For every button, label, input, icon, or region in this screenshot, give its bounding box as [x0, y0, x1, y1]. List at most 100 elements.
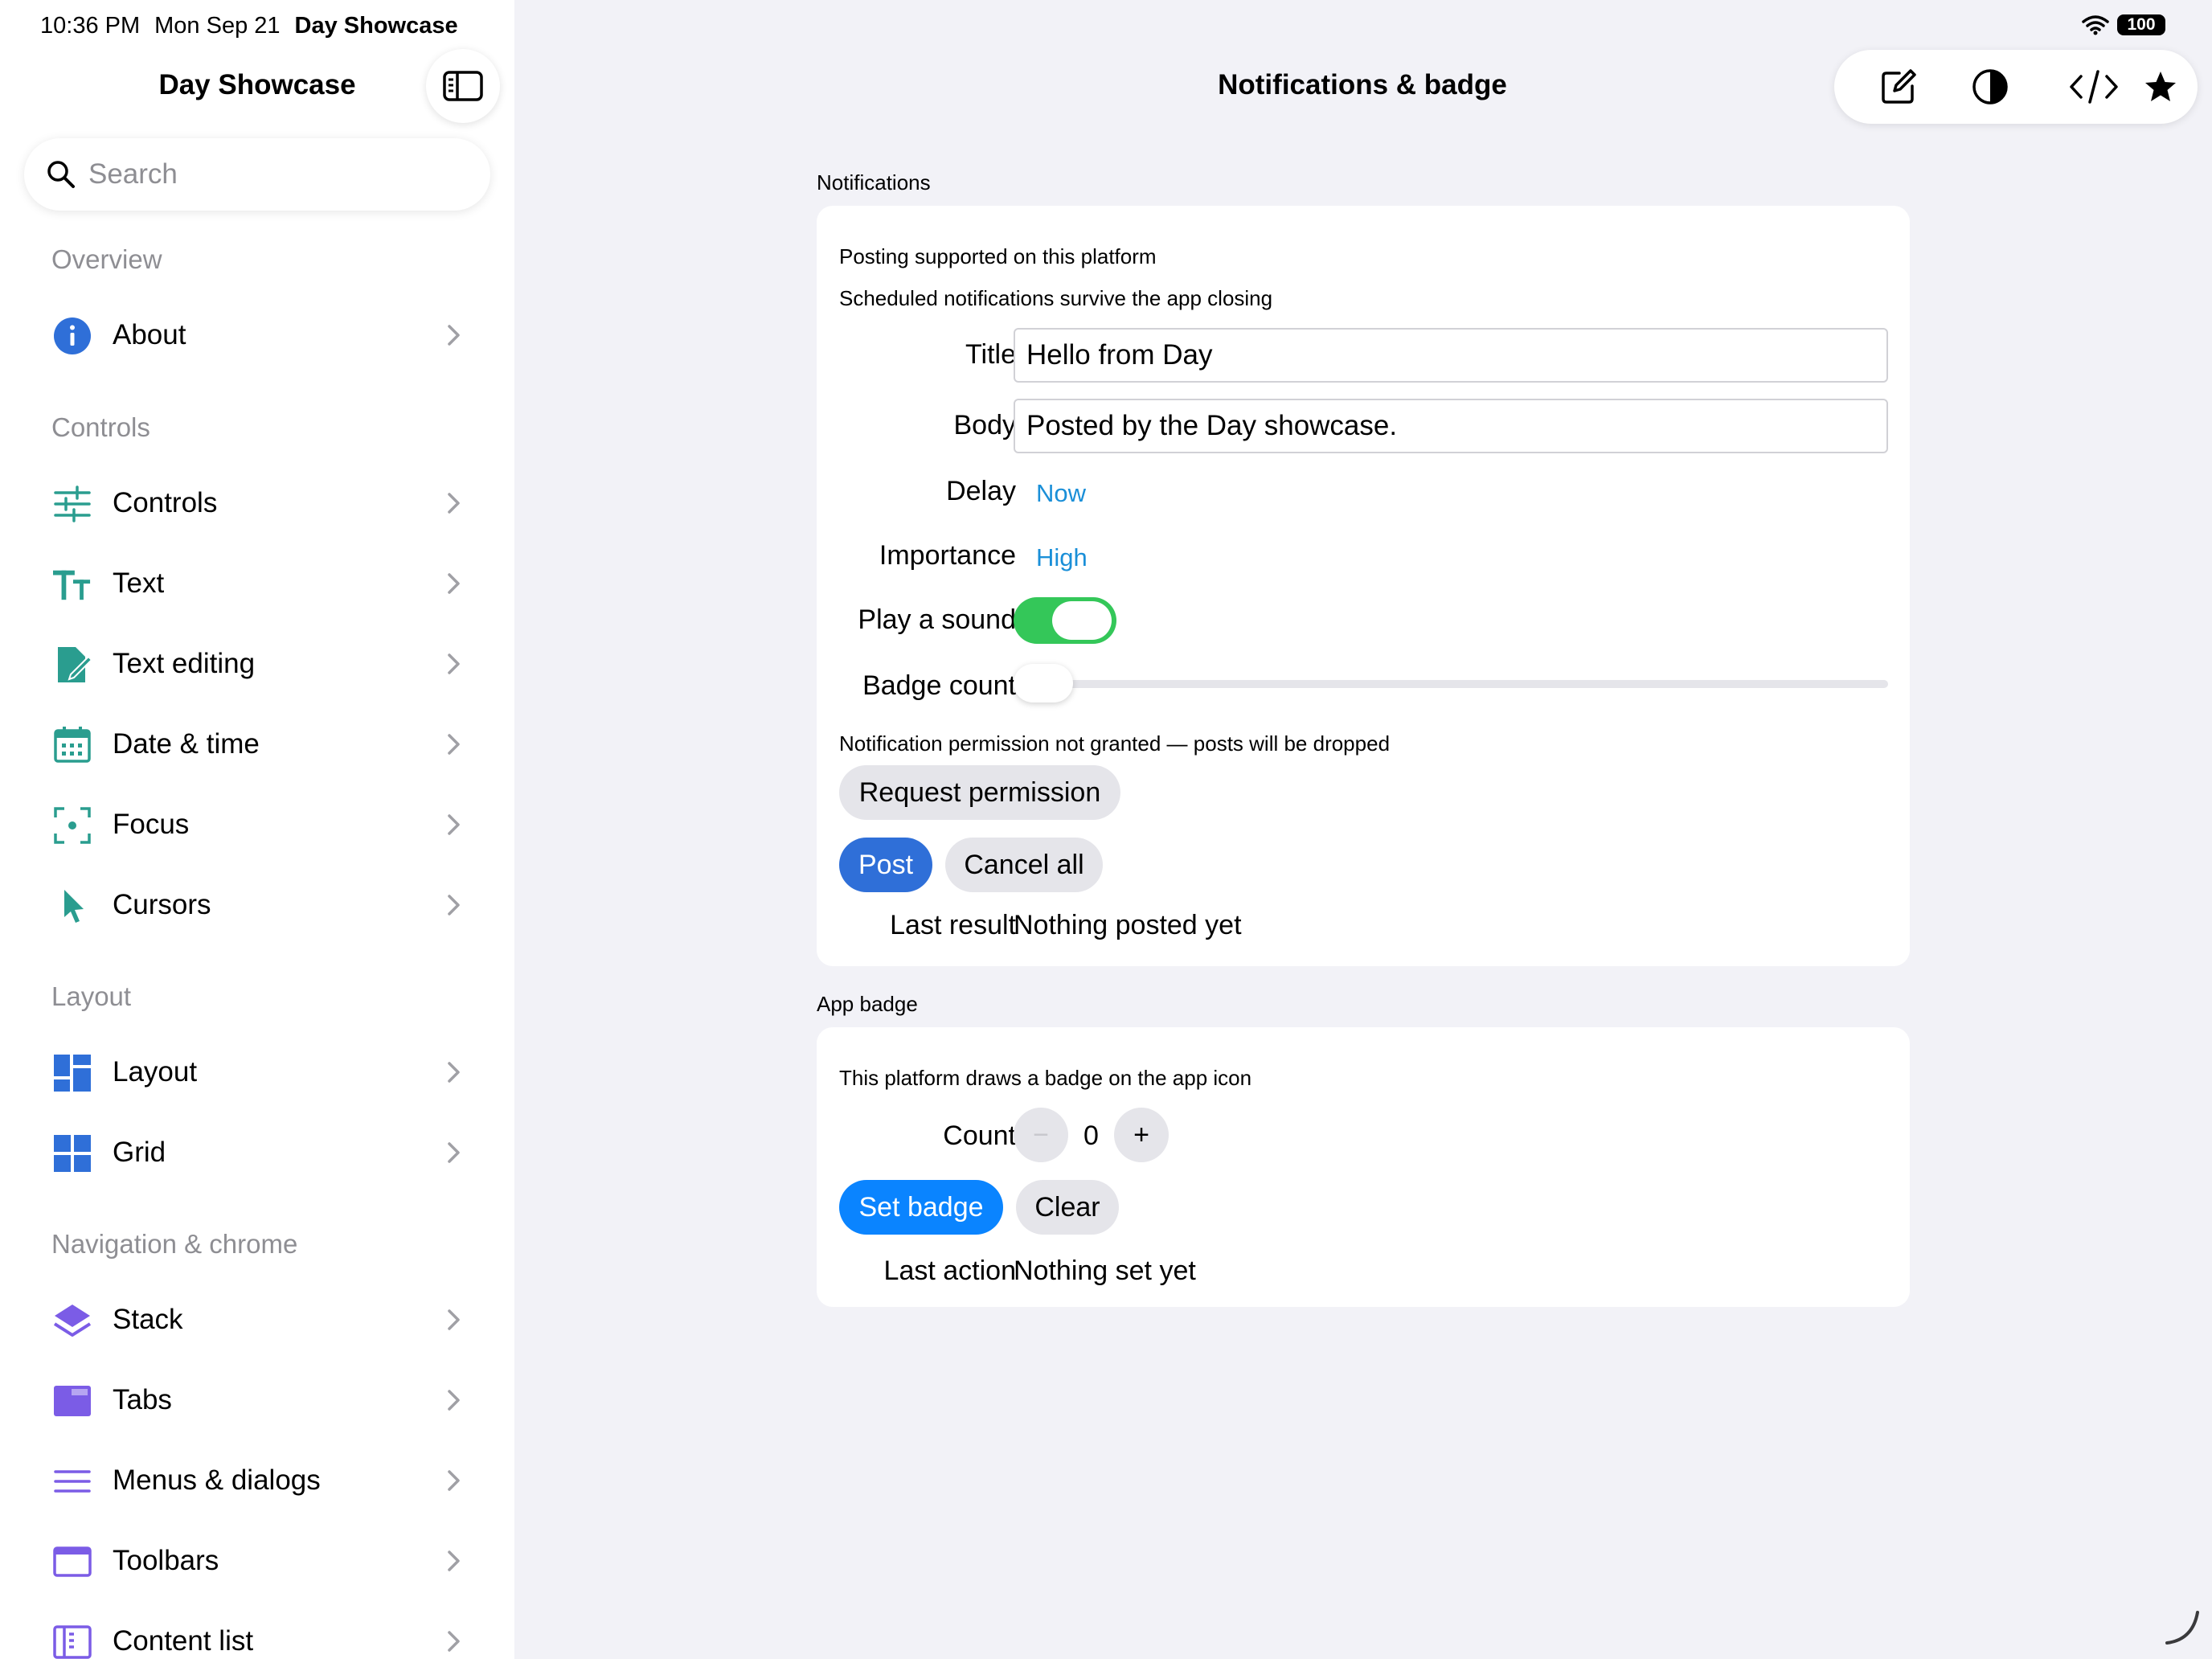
sidebar-item-controls[interactable]: Controls: [0, 467, 514, 539]
tabs-icon: [53, 1382, 92, 1420]
battery-level: 100: [2127, 15, 2156, 34]
chevron-right-icon: [448, 1470, 460, 1491]
menu-lines-icon: [53, 1462, 92, 1501]
search-bar[interactable]: [24, 138, 490, 211]
status-bar-left: 10:36 PM Mon Sep 21 Day Showcase: [40, 13, 458, 39]
contrast-button[interactable]: [1968, 64, 2013, 109]
main-toolbar: [1834, 50, 2198, 124]
importance-label: Importance: [879, 540, 1016, 571]
count-label: Count: [943, 1120, 1016, 1151]
sidebar-item-label: Grid: [113, 1137, 166, 1168]
page-title: Notifications & badge: [1218, 69, 1507, 100]
sidebar-item-label: Tabs: [113, 1384, 172, 1415]
sliders-icon: [53, 485, 92, 523]
sidebar-item-focus[interactable]: Focus: [0, 789, 514, 861]
slider-knob[interactable]: [1014, 664, 1073, 703]
post-button[interactable]: Post: [839, 838, 932, 892]
section-header-app-badge: App badge: [817, 992, 918, 1016]
section-header-notifications: Notifications: [817, 170, 931, 195]
section-header-navigation: Navigation & chrome: [51, 1229, 298, 1259]
chevron-right-icon: [448, 1142, 460, 1163]
section-header-controls: Controls: [51, 412, 150, 442]
chevron-right-icon: [448, 1631, 460, 1652]
body-field[interactable]: [1014, 399, 1888, 453]
sidebar-item-label: About: [113, 319, 186, 350]
section-header-layout: Layout: [51, 981, 132, 1011]
sidebar-item-text-editing[interactable]: Text editing: [0, 628, 514, 700]
sidebar-item-label: Menus & dialogs: [113, 1464, 321, 1496]
info-icon: [53, 317, 92, 355]
cursor-icon: [53, 887, 92, 925]
sidebar-item-about[interactable]: About: [0, 299, 514, 371]
sidebar-item-stack[interactable]: Stack: [0, 1284, 514, 1356]
badge-count-label: Badge count: [862, 670, 1016, 701]
chevron-right-icon: [448, 1062, 460, 1083]
badge-count-slider[interactable]: [1014, 680, 1888, 688]
sidebar-item-label: Date & time: [113, 728, 260, 760]
sidebar-item-cursors[interactable]: Cursors: [0, 869, 514, 941]
increment-button[interactable]: +: [1114, 1108, 1169, 1162]
document-edit-icon: [53, 645, 92, 684]
chevron-right-icon: [448, 895, 460, 916]
chevron-right-icon: [448, 325, 460, 346]
notifications-card: Posting supported on this platform Sched…: [817, 206, 1910, 966]
resize-handle-icon[interactable]: [2162, 1608, 2202, 1648]
chevron-right-icon: [448, 573, 460, 594]
code-icon: [2070, 70, 2118, 104]
sidebar-item-label: Text editing: [113, 648, 256, 679]
request-permission-button[interactable]: Request permission: [839, 765, 1120, 820]
sound-toggle[interactable]: [1014, 597, 1116, 644]
delay-picker[interactable]: Now: [1036, 479, 1086, 508]
status-bar-right: 100: [2082, 14, 2165, 35]
importance-picker[interactable]: High: [1036, 543, 1088, 572]
chevron-right-icon: [448, 734, 460, 755]
last-action-value: Nothing set yet: [1014, 1256, 1196, 1286]
sidebar-item-menus-dialogs[interactable]: Menus & dialogs: [0, 1444, 514, 1517]
favorite-button[interactable]: [2138, 64, 2183, 109]
content-list-icon: [53, 1623, 92, 1659]
clear-badge-button[interactable]: Clear: [1016, 1180, 1119, 1235]
sidebar-item-label: Layout: [113, 1056, 198, 1088]
sidebar-item-grid[interactable]: Grid: [0, 1116, 514, 1189]
status-app-name: Day Showcase: [294, 13, 458, 39]
cancel-all-button[interactable]: Cancel all: [945, 838, 1103, 892]
compose-button[interactable]: [1876, 64, 1921, 109]
chevron-right-icon: [448, 1309, 460, 1330]
chevron-right-icon: [448, 1390, 460, 1411]
calendar-icon: [53, 726, 92, 764]
decrement-button[interactable]: −: [1014, 1108, 1068, 1162]
sidebar-toggle-button[interactable]: [426, 49, 500, 123]
sidebar-item-label: Content list: [113, 1625, 254, 1657]
chevron-right-icon: [448, 493, 460, 514]
chevron-right-icon: [448, 653, 460, 674]
sidebar: 10:36 PM Mon Sep 21 Day Showcase Day Showc…: [0, 0, 514, 1659]
sidebar-item-label: Text: [113, 567, 165, 599]
battery-indicator: 100: [2117, 14, 2165, 35]
code-button[interactable]: [2068, 64, 2120, 109]
sidebar-item-date-time[interactable]: Date & time: [0, 708, 514, 780]
set-badge-button[interactable]: Set badge: [839, 1180, 1003, 1235]
search-input[interactable]: [88, 158, 458, 190]
section-header-overview: Overview: [51, 244, 162, 274]
sidebar-item-tabs[interactable]: Tabs: [0, 1364, 514, 1436]
layout-icon: [53, 1054, 92, 1092]
compose-icon: [1882, 69, 1916, 104]
last-result-label: Last result: [890, 910, 1016, 940]
sidebar-item-text[interactable]: Text: [0, 547, 514, 620]
text-size-icon: [53, 565, 92, 604]
star-icon: [2145, 72, 2176, 101]
toolbar-icon: [53, 1542, 92, 1581]
chevron-right-icon: [448, 814, 460, 835]
sidebar-item-toolbars[interactable]: Toolbars: [0, 1525, 514, 1597]
posting-support-text: Posting supported on this platform: [839, 244, 1157, 268]
sidebar-item-layout[interactable]: Layout: [0, 1036, 514, 1108]
toggle-knob: [1052, 601, 1112, 640]
sidebar-item-label: Stack: [113, 1304, 183, 1335]
sidebar-item-label: Cursors: [113, 889, 211, 920]
sidebar-item-content-list[interactable]: Content list: [0, 1605, 514, 1659]
scheduled-info-text: Scheduled notifications survive the app …: [839, 286, 1273, 310]
wifi-icon: [2082, 15, 2109, 35]
chevron-right-icon: [448, 1550, 460, 1571]
title-field[interactable]: [1014, 328, 1888, 383]
sidebar-item-label: Toolbars: [113, 1545, 219, 1576]
